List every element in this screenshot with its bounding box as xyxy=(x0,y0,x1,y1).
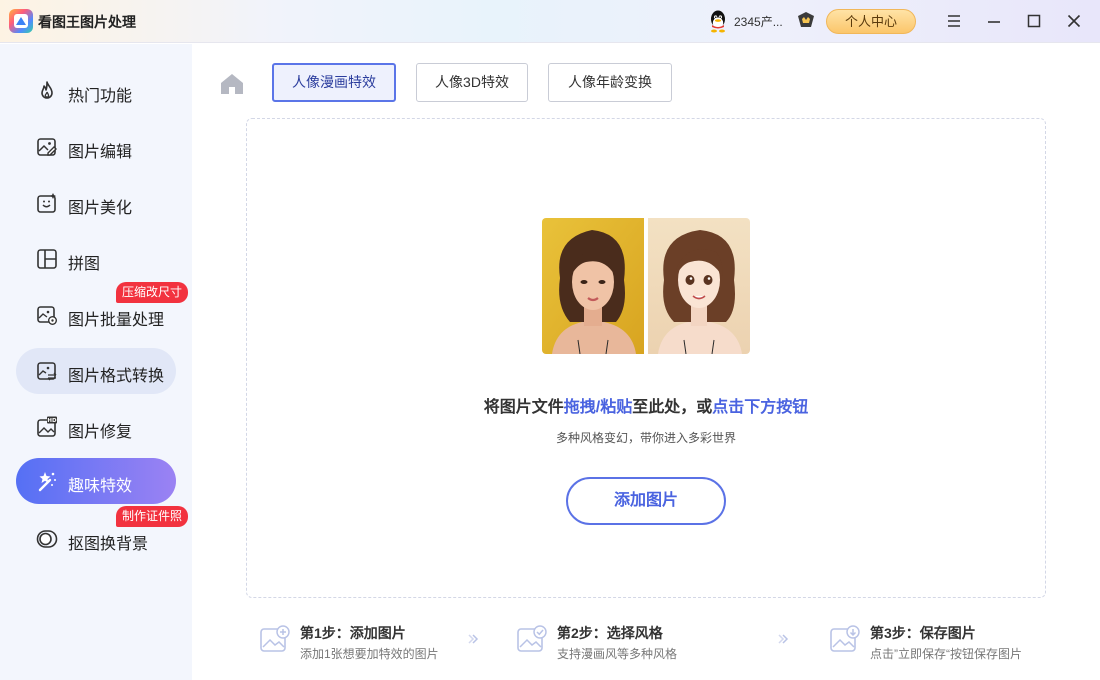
add-image-step-icon xyxy=(260,625,290,652)
format-convert-icon xyxy=(37,362,57,381)
sidebar-item-label: 图片编辑 xyxy=(68,144,133,161)
vip-crown-icon[interactable] xyxy=(796,11,816,29)
magic-wand-icon xyxy=(38,472,56,492)
hd-repair-icon: HD xyxy=(37,416,57,437)
sidebar-item-image-repair[interactable]: HD 图片修复 xyxy=(16,404,176,450)
step-3: 第3步：保存图片 点击”立即保存“按钮保存图片 xyxy=(829,622,1059,662)
batch-icon xyxy=(37,306,57,325)
sidebar-item-hot-features[interactable]: 热门功能 xyxy=(16,68,176,114)
step-description: 添加1张想要加特效的图片 xyxy=(300,647,439,661)
step-arrow-icon xyxy=(468,634,479,644)
drop-subtitle: 多种风格变幻，带你进入多彩世界 xyxy=(555,431,736,445)
app-logo-icon xyxy=(9,9,33,33)
step-arrow-icon xyxy=(778,634,789,644)
select-style-step-icon xyxy=(517,625,547,652)
sidebar-item-label: 趣味特效 xyxy=(68,478,133,495)
menu-icon[interactable] xyxy=(944,11,964,31)
qq-avatar-icon[interactable] xyxy=(706,9,730,33)
step-title: 第3步：保存图片 xyxy=(870,625,976,641)
sidebar-item-image-edit[interactable]: 图片编辑 xyxy=(16,124,176,170)
maximize-icon[interactable] xyxy=(1024,11,1044,31)
svg-text:HD: HD xyxy=(47,418,57,424)
app-title: 看图王图片处理 xyxy=(38,14,136,30)
tab-portrait-3d[interactable]: 人像3D特效 xyxy=(416,63,528,102)
personal-center-button[interactable]: 个人中心 xyxy=(826,9,916,34)
sidebar-item-label: 热门功能 xyxy=(68,88,133,105)
batch-badge: 压缩改尺寸 xyxy=(116,282,189,303)
step-description: 支持漫画风等多种风格 xyxy=(557,647,678,661)
cutout-icon xyxy=(36,530,58,548)
step-description: 点击”立即保存“按钮保存图片 xyxy=(870,647,1022,661)
demo-photo-image xyxy=(542,218,644,354)
step-1: 第1步：添加图片 添加1张想要加特效的图片 xyxy=(259,622,459,662)
username[interactable]: 2345产... xyxy=(734,13,783,30)
close-icon[interactable] xyxy=(1064,11,1084,31)
sidebar-item-format-convert[interactable]: 图片格式转换 xyxy=(16,348,176,394)
click-button-highlight: 点击下方按钮 xyxy=(712,399,809,416)
drag-paste-highlight: 拖拽/粘贴 xyxy=(563,399,633,416)
sidebar-item-fun-effects[interactable]: 趣味特效 xyxy=(16,458,176,504)
flame-icon xyxy=(41,81,53,99)
minimize-icon[interactable] xyxy=(984,11,1004,31)
home-icon[interactable] xyxy=(219,72,245,96)
sidebar-item-collage[interactable]: 拼图 xyxy=(16,236,176,282)
sidebar-item-label: 拼图 xyxy=(68,256,101,273)
step-title: 第2步：选择风格 xyxy=(557,625,663,641)
title-bar: 看图王图片处理 2345产... 个人中心 xyxy=(0,0,1100,43)
collage-icon xyxy=(37,249,57,269)
sidebar-item-label: 图片格式转换 xyxy=(68,368,165,385)
image-beautify-icon xyxy=(37,193,56,213)
save-image-step-icon xyxy=(830,625,860,652)
sidebar-item-label: 图片美化 xyxy=(68,200,133,217)
sidebar-item-label: 抠图换背景 xyxy=(68,536,149,553)
cutout-badge: 制作证件照 xyxy=(116,506,189,527)
sidebar-item-label: 图片批量处理 xyxy=(68,312,165,329)
tab-portrait-age[interactable]: 人像年龄变换 xyxy=(548,63,672,102)
demo-anime-image xyxy=(648,218,750,354)
sidebar: 热门功能 图片编辑 图片美化 拼图 图片批量处理 图片格式转换 HD 图片修复 … xyxy=(0,44,192,680)
tab-portrait-comic[interactable]: 人像漫画特效 xyxy=(272,63,396,102)
drop-zone[interactable] xyxy=(246,118,1046,598)
add-image-button[interactable]: 添加图片 xyxy=(566,477,726,525)
step-2: 第2步：选择风格 支持漫画风等多种风格 xyxy=(516,622,736,662)
step-title: 第1步：添加图片 xyxy=(300,625,406,641)
sidebar-item-label: 图片修复 xyxy=(68,424,133,441)
drop-instruction: 将图片文件拖拽/粘贴至此处，或点击下方按钮 xyxy=(483,399,809,416)
image-edit-icon xyxy=(37,138,57,156)
sidebar-item-image-beautify[interactable]: 图片美化 xyxy=(16,180,176,226)
